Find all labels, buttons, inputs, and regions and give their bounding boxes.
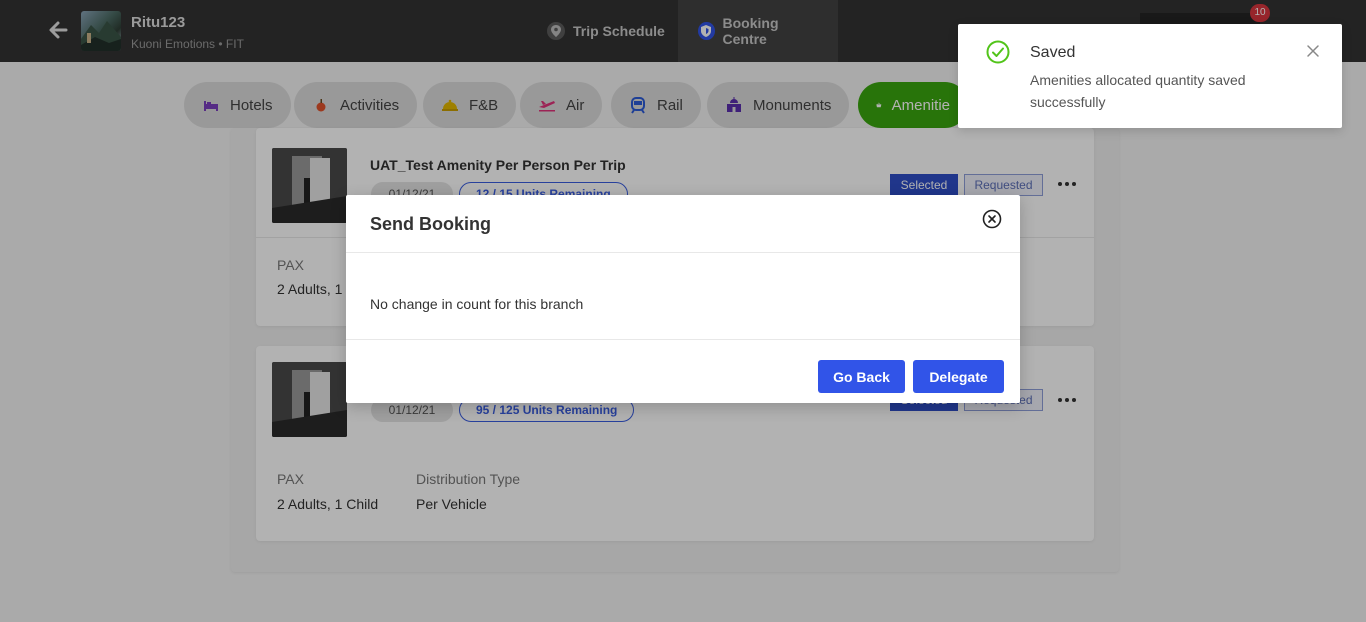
- close-icon[interactable]: [1306, 44, 1320, 58]
- go-back-button[interactable]: Go Back: [818, 360, 905, 393]
- notification-title: Saved: [1030, 44, 1076, 61]
- notification-message: Amenities allocated quantity saved succe…: [1030, 72, 1246, 110]
- saved-notification: Saved Amenities allocated quantity saved…: [958, 24, 1342, 128]
- modal-divider: [346, 339, 1020, 340]
- check-circle-icon: [986, 40, 1010, 64]
- modal-title: Send Booking: [370, 214, 491, 234]
- send-booking-modal: Send Booking No change in count for this…: [346, 195, 1020, 403]
- close-icon[interactable]: [982, 209, 1002, 229]
- delegate-button[interactable]: Delegate: [913, 360, 1004, 393]
- modal-message: No change in count for this branch: [370, 296, 584, 312]
- modal-divider: [346, 252, 1020, 253]
